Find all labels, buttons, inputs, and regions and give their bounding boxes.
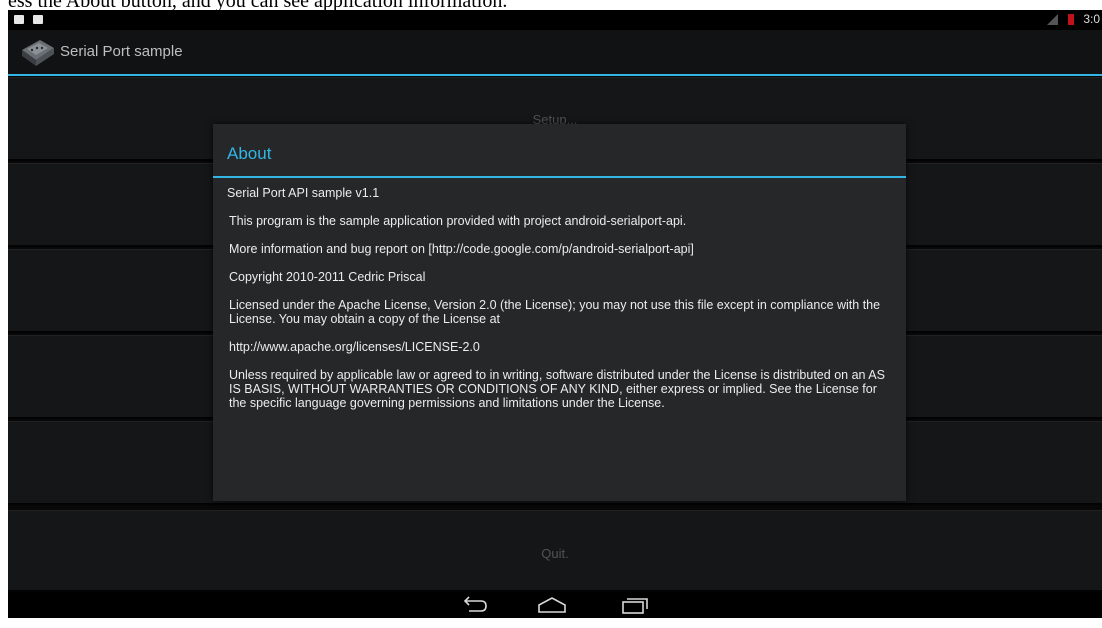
- navigation-bar: [8, 592, 1102, 618]
- about-info-link-text: More information and bug report on [http…: [229, 242, 694, 256]
- about-copyright-text: Copyright 2010-2011 Cedric Priscal: [229, 270, 426, 284]
- about-description-text: This program is the sample application p…: [229, 214, 687, 228]
- android-notification-icon: [33, 15, 43, 24]
- status-time: 3:0: [1083, 12, 1100, 26]
- about-license-url-text: http://www.apache.org/licenses/LICENSE-2…: [229, 340, 480, 354]
- android-screen: 3:0 Serial Port sample Setup... Quit. Ab…: [8, 10, 1102, 618]
- battery-icon: [1068, 14, 1074, 25]
- app-title: Serial Port sample: [60, 43, 183, 60]
- about-version-text: Serial Port API sample v1.1: [227, 186, 380, 200]
- action-bar: Serial Port sample: [8, 30, 1102, 76]
- serial-port-app-icon[interactable]: [18, 36, 58, 68]
- notification-icon: [14, 15, 24, 24]
- dialog-title-divider: [213, 176, 906, 178]
- recent-apps-icon[interactable]: [618, 595, 650, 615]
- home-icon[interactable]: [536, 595, 568, 615]
- about-disclaimer-text: Unless required by applicable law or agr…: [229, 368, 885, 410]
- about-dialog: About Serial Port API sample v1.1 This p…: [213, 124, 906, 501]
- signal-icon: [1047, 14, 1058, 25]
- about-license-text: Licensed under the Apache License, Versi…: [229, 298, 881, 326]
- dialog-message: Serial Port API sample v1.1 This program…: [227, 186, 895, 424]
- status-bar: 3:0: [8, 10, 1102, 30]
- dialog-title: About: [227, 144, 272, 163]
- back-icon[interactable]: [459, 595, 491, 615]
